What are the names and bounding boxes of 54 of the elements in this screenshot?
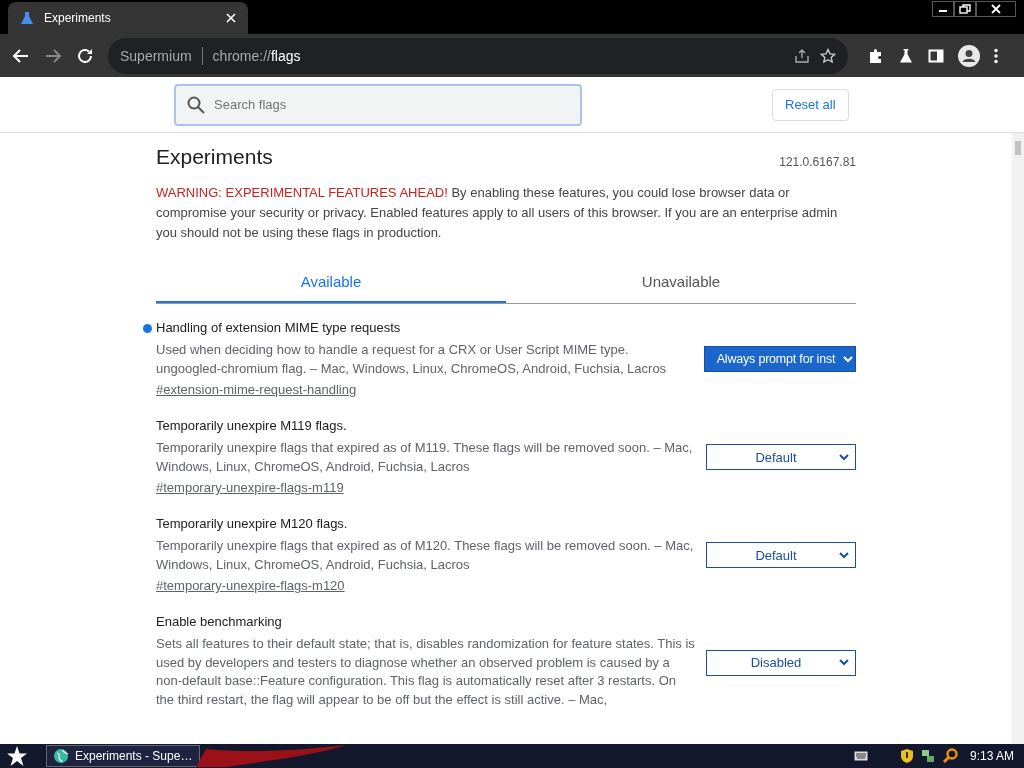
search-field[interactable]: Search flags — [174, 83, 582, 126]
flag-name: Handling of extension MIME type requests — [156, 320, 696, 335]
flag-dropdown[interactable]: Always prompt for inst — [704, 346, 856, 372]
flag-name: Temporarily unexpire M119 flags. — [156, 418, 348, 433]
side-panel-icon[interactable] — [928, 47, 944, 64]
scrollbar[interactable] — [1012, 133, 1024, 744]
flask-icon — [20, 11, 34, 25]
warning-text: WARNING: EXPERIMENTAL FEATURES AHEAD! By enabling these features, you could lose browser data or compromise your security or privacy. Enabled features apply to all users of this browser. If you are an enterprise admin you should not be using these flags in production. — [156, 184, 839, 242]
taskbar-button[interactable]: Experiments - Supe… — [46, 745, 200, 767]
page-title: Experiments — [156, 145, 273, 169]
chevron-icon — [839, 659, 849, 666]
puzzle-icon[interactable] — [868, 47, 884, 64]
flag-dropdown[interactable]: Disabled — [706, 649, 856, 676]
network-icon[interactable] — [919, 748, 936, 764]
flag-description: Temporarily unexpire flags that expired as of M120. These flags will be removed soon. – Mac, Windows, Linux, ChromeOS, Android, Fuchsia, Lacros — [156, 537, 695, 574]
flag-link[interactable]: #temporary-unexpire-flags-m120 — [156, 578, 345, 593]
chevron-icon — [839, 453, 849, 461]
clock-text: 9:13 AM — [969, 749, 1014, 763]
page-tab[interactable]: Available — [156, 261, 506, 303]
avatar-icon[interactable] — [958, 44, 980, 67]
restore-icon[interactable] — [954, 1, 976, 17]
chevron-icon — [843, 355, 853, 363]
close-icon[interactable] — [976, 1, 1016, 17]
flag-dropdown[interactable]: Default — [706, 444, 856, 470]
search-icon — [187, 95, 205, 114]
minimize-icon[interactable] — [932, 1, 954, 17]
share-icon[interactable] — [794, 47, 810, 64]
reset-all-button[interactable]: Reset all — [772, 88, 849, 121]
shield-icon[interactable] — [899, 748, 914, 764]
globe-icon — [53, 748, 69, 764]
browser-tab[interactable]: Experiments — [8, 2, 248, 34]
page-tab[interactable]: Unavailable — [506, 261, 856, 303]
version-text: 121.0.6167.81 — [779, 155, 856, 169]
flag-dropdown[interactable]: Default — [706, 542, 856, 568]
flag-description: Temporarily unexpire flags that expired as of M119. These flags will be removed soon. – Mac, Windows, Linux, ChromeOS, Android, Fuchsia, Lacros — [156, 439, 694, 476]
flag-link[interactable]: #extension-mime-request-handling — [156, 382, 357, 397]
reload-icon[interactable] — [76, 46, 94, 65]
site-name: Supermium — [120, 47, 192, 64]
address-bar[interactable]: Supermium chrome://flags — [108, 37, 848, 74]
flag-name: Temporarily unexpire M120 flags. — [156, 516, 349, 531]
forward-icon[interactable] — [44, 46, 62, 65]
start-icon[interactable] — [6, 745, 28, 767]
star-icon[interactable] — [820, 47, 836, 64]
flag-description: Used when deciding how to handle a request for a CRX or User Script MIME type. ungoogled-chromium flag. – Mac, Windows, Linux, ChromeOS, Android, Fuchsia, Lacros — [156, 341, 668, 378]
magnifier-icon[interactable] — [941, 748, 958, 764]
flag-link[interactable]: #temporary-unexpire-flags-m119 — [156, 480, 344, 495]
flask-icon[interactable] — [898, 47, 914, 64]
menu-icon[interactable] — [994, 47, 998, 64]
chevron-icon — [839, 551, 849, 559]
keyboard-icon — [853, 751, 868, 761]
flag-name: Enable benchmarking — [156, 614, 283, 629]
url-text: chrome://flags — [212, 47, 301, 64]
back-icon[interactable] — [12, 46, 30, 65]
flag-description: Sets all features to their default state; that is, disables randomization for feature states. This is used by developers and testers to diagnose whether an observed problem is caused by a non-default base::Feature configuration. This flag is automatically reset after 3 restarts. On the third restart, the flag will appear to be off but the effect is still active. – Mac, — [156, 635, 696, 709]
